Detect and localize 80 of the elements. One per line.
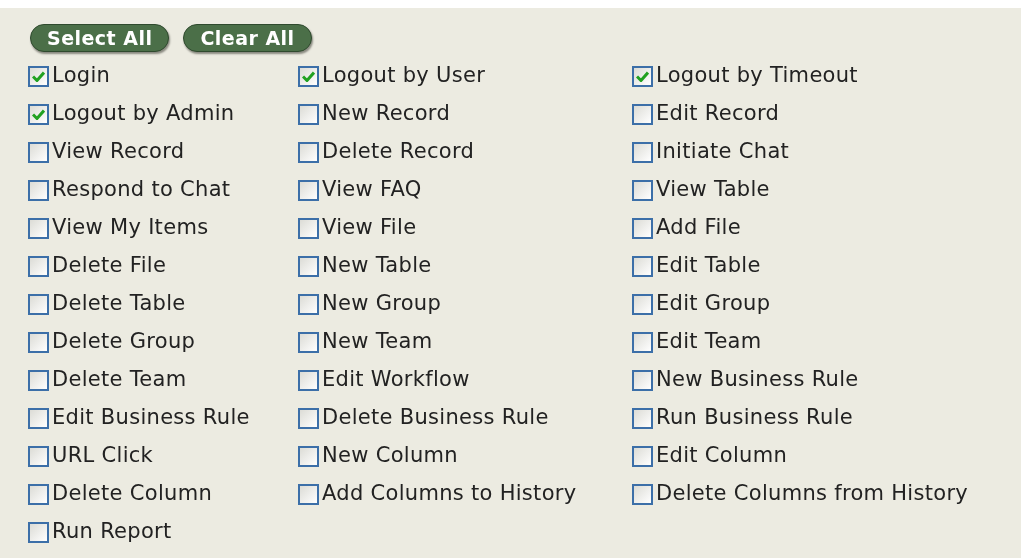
checkbox[interactable] — [298, 217, 319, 239]
option-label: Edit Team — [656, 328, 762, 356]
option-label: Run Business Rule — [656, 404, 854, 432]
option-label: View My Items — [52, 214, 209, 242]
option-label: New Table — [322, 252, 432, 280]
checkbox[interactable] — [298, 445, 319, 467]
checkbox[interactable] — [632, 369, 653, 391]
option-label: View Record — [52, 138, 185, 166]
option-label: Edit Group — [656, 290, 771, 318]
option-label: Add File — [656, 214, 741, 242]
checkbox[interactable] — [298, 293, 319, 315]
option-label: Logout by User — [322, 62, 486, 90]
option-label: Edit Business Rule — [52, 404, 250, 432]
checkmark-icon — [636, 70, 649, 82]
option-label: View Table — [656, 176, 770, 204]
checkbox[interactable] — [28, 369, 49, 391]
option-label: Delete Column — [52, 480, 212, 508]
checkbox[interactable] — [28, 445, 49, 467]
option-label: Delete Table — [52, 290, 186, 318]
checkbox[interactable] — [28, 293, 49, 315]
checkbox[interactable] — [632, 331, 653, 353]
option-label: Delete Business Rule — [322, 404, 549, 432]
option-label: Delete Columns from History — [656, 480, 969, 508]
option-label: Edit Column — [656, 442, 788, 470]
checkbox[interactable] — [632, 407, 653, 429]
checkbox[interactable] — [298, 407, 319, 429]
option-label: Initiate Chat — [656, 138, 790, 166]
action-button[interactable]: Clear All — [183, 24, 312, 52]
option-label: URL Click — [52, 442, 154, 470]
option-label: New Record — [322, 100, 451, 128]
option-label: Delete Team — [52, 366, 187, 394]
checkbox[interactable] — [632, 445, 653, 467]
option-label: Edit Workflow — [322, 366, 470, 394]
checkbox[interactable] — [632, 293, 653, 315]
option-label: View File — [322, 214, 417, 242]
option-label: New Group — [322, 290, 442, 318]
option-label: Delete File — [52, 252, 167, 280]
option-label: Login — [52, 62, 111, 90]
checkbox[interactable] — [28, 255, 49, 277]
checkbox[interactable] — [298, 141, 319, 163]
option-label: Add Columns to History — [322, 480, 577, 508]
checkbox[interactable] — [298, 255, 319, 277]
checkbox[interactable] — [298, 369, 319, 391]
checkbox[interactable] — [28, 65, 49, 87]
checkbox[interactable] — [632, 483, 653, 505]
checkbox[interactable] — [632, 103, 653, 125]
checkbox[interactable] — [28, 103, 49, 125]
checkmark-icon — [32, 108, 45, 120]
checkbox[interactable] — [298, 331, 319, 353]
checkbox[interactable] — [632, 217, 653, 239]
checkbox[interactable] — [28, 217, 49, 239]
checkbox[interactable] — [28, 521, 49, 543]
option-label: Respond to Chat — [52, 176, 231, 204]
option-label: Logout by Admin — [52, 100, 235, 128]
option-label: New Business Rule — [656, 366, 859, 394]
checkbox[interactable] — [298, 483, 319, 505]
checkbox[interactable] — [28, 179, 49, 201]
option-label: Edit Table — [656, 252, 761, 280]
checkbox[interactable] — [298, 103, 319, 125]
option-label: New Column — [322, 442, 458, 470]
checkbox[interactable] — [632, 65, 653, 87]
checkbox[interactable] — [632, 141, 653, 163]
option-label: New Team — [322, 328, 433, 356]
option-label: Edit Record — [656, 100, 780, 128]
checkbox[interactable] — [298, 179, 319, 201]
checkbox[interactable] — [298, 65, 319, 87]
option-label: View FAQ — [322, 176, 422, 204]
checkbox[interactable] — [28, 483, 49, 505]
option-label: Delete Record — [322, 138, 475, 166]
checkbox[interactable] — [632, 179, 653, 201]
checkbox[interactable] — [28, 141, 49, 163]
checkmark-icon — [302, 70, 315, 82]
checkbox[interactable] — [632, 255, 653, 277]
checkbox[interactable] — [28, 331, 49, 353]
option-label: Run Report — [52, 518, 172, 546]
action-button[interactable]: Select All — [30, 24, 170, 52]
checkbox[interactable] — [28, 407, 49, 429]
checkmark-icon — [32, 70, 45, 82]
option-label: Logout by Timeout — [656, 62, 858, 90]
option-label: Delete Group — [52, 328, 196, 356]
